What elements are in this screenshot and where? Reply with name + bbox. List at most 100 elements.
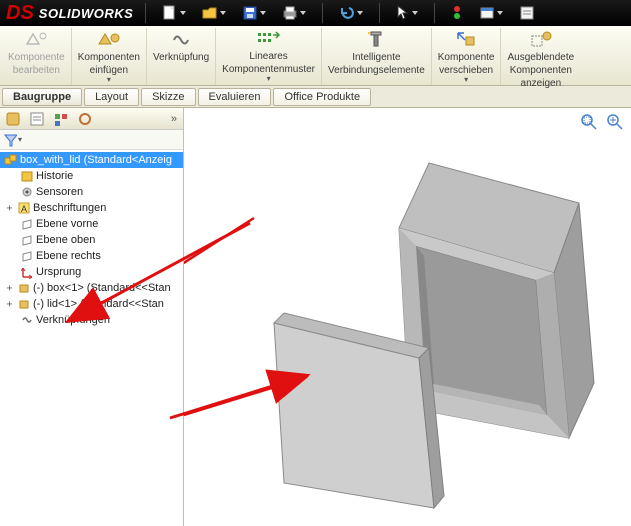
expand-icon[interactable]: + xyxy=(4,203,15,214)
expand-icon[interactable]: + xyxy=(4,299,15,310)
ribbon: Komponente bearbeiten Komponenten einfüg… xyxy=(0,26,631,86)
tree-item-box[interactable]: + (-) box<1> (Standard<<Stan xyxy=(0,280,183,296)
history-icon xyxy=(20,169,34,183)
assembly-icon xyxy=(4,153,18,167)
tree-root[interactable]: box_with_lid (Standard<Anzeig xyxy=(0,152,183,168)
feature-tree-tab[interactable] xyxy=(4,110,22,128)
ribbon-move-component[interactable]: Komponente verschieben ▾ xyxy=(432,28,502,85)
tree-label: Verknüpfungen xyxy=(36,314,110,326)
ribbon-label: Ausgeblendete xyxy=(507,52,574,63)
plane-icon xyxy=(20,217,34,231)
ribbon-label: Intelligente xyxy=(352,52,400,63)
logo-name: SOLIDWORKS xyxy=(39,6,134,21)
ribbon-label: Lineares xyxy=(249,51,287,62)
ribbon-smart-fasteners[interactable]: Intelligente Verbindungselemente xyxy=(322,28,432,85)
filter-bar: ▾ xyxy=(0,130,183,150)
property-manager-tab[interactable] xyxy=(28,110,46,128)
tree-item-historie[interactable]: Historie xyxy=(0,168,183,184)
tree-label: Ursprung xyxy=(36,266,81,278)
tab-baugruppe[interactable]: Baugruppe xyxy=(2,88,82,106)
feature-tree[interactable]: box_with_lid (Standard<Anzeig Historie S… xyxy=(0,150,183,526)
ribbon-label: bearbeiten xyxy=(13,65,60,76)
tab-layout[interactable]: Layout xyxy=(84,88,139,106)
dropdown-icon: ▾ xyxy=(267,74,271,83)
ribbon-label: Komponente xyxy=(438,52,495,63)
dimxpert-tab[interactable] xyxy=(76,110,94,128)
tabstrip: Baugruppe Layout Skizze Evaluieren Offic… xyxy=(0,86,631,108)
tree-item-ebene-rechts[interactable]: Ebene rechts xyxy=(0,248,183,264)
ribbon-label: anzeigen xyxy=(521,78,562,89)
ribbon-label: Verknüpfung xyxy=(153,52,209,63)
tree-label: (-) lid<1> (Standard<<Stan xyxy=(33,298,164,310)
plane-icon xyxy=(20,233,34,247)
linear-pattern-icon xyxy=(257,30,281,49)
svg-text:A: A xyxy=(21,204,27,214)
filter-icon[interactable]: ▾ xyxy=(4,131,22,149)
separator xyxy=(322,3,323,23)
separator xyxy=(379,3,380,23)
save-button[interactable] xyxy=(238,3,270,23)
panel-tab-bar: » xyxy=(0,108,183,130)
show-hidden-icon xyxy=(530,30,552,50)
move-component-icon xyxy=(455,30,477,50)
ribbon-label: Komponente xyxy=(8,52,65,63)
tab-skizze[interactable]: Skizze xyxy=(141,88,195,106)
tree-item-verknuepfungen[interactable]: Verknüpfungen xyxy=(0,312,183,328)
ribbon-label: Komponenten xyxy=(510,65,572,76)
select-button[interactable] xyxy=(392,3,422,23)
ribbon-show-hidden[interactable]: Ausgeblendete Komponenten anzeigen xyxy=(501,28,580,85)
plane-icon xyxy=(20,249,34,263)
rebuild-button[interactable] xyxy=(447,3,467,23)
open-button[interactable] xyxy=(198,3,230,23)
dropdown-icon: ▾ xyxy=(107,75,111,84)
new-document-button[interactable] xyxy=(158,3,190,23)
feature-manager: » ▾ box_with_lid (Standard<Anzeig Histor… xyxy=(0,108,184,526)
model-render xyxy=(184,108,631,526)
tab-office-produkte[interactable]: Office Produkte xyxy=(273,88,371,106)
tree-item-ebene-vorne[interactable]: Ebene vorne xyxy=(0,216,183,232)
undo-button[interactable] xyxy=(335,3,367,23)
graphics-viewport[interactable] xyxy=(184,108,631,526)
tree-label: (-) box<1> (Standard<<Stan xyxy=(33,282,171,294)
tree-label: box_with_lid (Standard<Anzeig xyxy=(20,154,172,166)
ribbon-edit-component[interactable]: Komponente bearbeiten xyxy=(2,28,72,85)
separator xyxy=(434,3,435,23)
expand-icon[interactable]: + xyxy=(4,283,15,294)
ribbon-insert-components[interactable]: Komponenten einfügen ▾ xyxy=(72,28,147,85)
panel-expand-icon[interactable]: » xyxy=(171,113,179,125)
edit-component-icon xyxy=(25,30,47,50)
logo-ds: DS xyxy=(6,2,34,25)
tree-label: Historie xyxy=(36,170,73,182)
tree-label: Ebene rechts xyxy=(36,250,101,262)
annotations-icon: A xyxy=(17,201,31,215)
help-button[interactable] xyxy=(515,3,539,23)
mate-icon xyxy=(171,30,191,50)
configuration-manager-tab[interactable] xyxy=(52,110,70,128)
ribbon-mate[interactable]: Verknüpfung xyxy=(147,28,216,85)
tree-item-ebene-oben[interactable]: Ebene oben xyxy=(0,232,183,248)
tab-evaluieren[interactable]: Evaluieren xyxy=(198,88,272,106)
mates-icon xyxy=(20,313,34,327)
tree-item-lid[interactable]: + (-) lid<1> (Standard<<Stan xyxy=(0,296,183,312)
origin-icon xyxy=(20,265,34,279)
content-area: » ▾ box_with_lid (Standard<Anzeig Histor… xyxy=(0,108,631,526)
tree-item-beschriftungen[interactable]: + A Beschriftungen xyxy=(0,200,183,216)
dropdown-icon: ▾ xyxy=(464,75,468,84)
ribbon-label: Komponenten xyxy=(78,52,140,63)
part-icon xyxy=(17,281,31,295)
tree-label: Sensoren xyxy=(36,186,83,198)
sensors-icon xyxy=(20,185,34,199)
insert-components-icon xyxy=(97,30,121,50)
tree-item-ursprung[interactable]: Ursprung xyxy=(0,264,183,280)
tree-item-sensoren[interactable]: Sensoren xyxy=(0,184,183,200)
print-button[interactable] xyxy=(278,3,310,23)
options-button[interactable] xyxy=(475,3,507,23)
tree-label: Beschriftungen xyxy=(33,202,106,214)
tree-label: Ebene oben xyxy=(36,234,95,246)
smart-fasteners-icon xyxy=(366,30,386,50)
ribbon-linear-pattern[interactable]: Lineares Komponentenmuster ▾ xyxy=(216,28,322,85)
part-icon xyxy=(17,297,31,311)
ribbon-label: Verbindungselemente xyxy=(328,65,425,76)
tree-label: Ebene vorne xyxy=(36,218,98,230)
titlebar: DS SOLIDWORKS xyxy=(0,0,631,26)
